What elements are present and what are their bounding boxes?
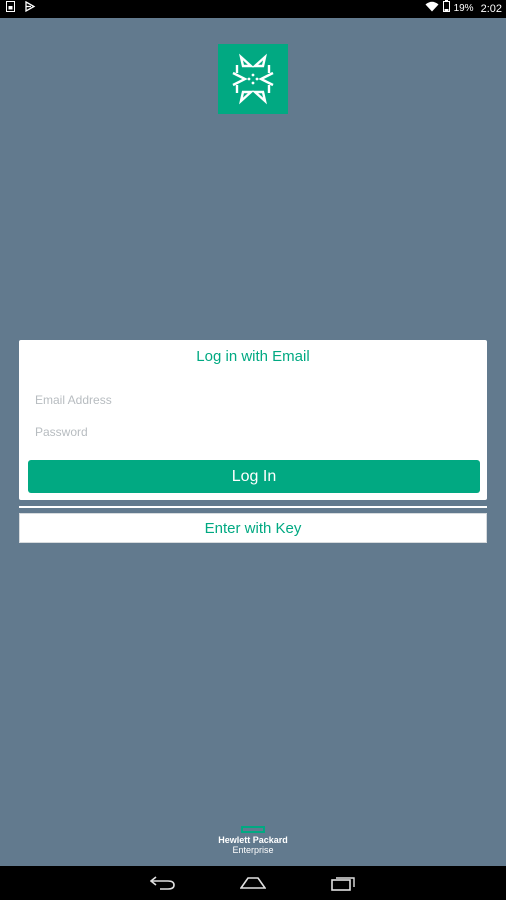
password-field[interactable] — [35, 420, 475, 444]
brand-line1: Hewlett Packard — [218, 835, 288, 845]
battery-icon — [442, 0, 450, 18]
back-icon[interactable] — [143, 871, 183, 895]
hpe-element-icon — [241, 826, 265, 833]
login-button[interactable]: Log In — [28, 460, 480, 493]
enter-with-key-button[interactable]: Enter with Key — [19, 513, 487, 543]
navigation-bar — [0, 866, 506, 900]
login-title: Log in with Email — [196, 348, 310, 365]
battery-percent: 19% — [453, 3, 474, 14]
notification-icon — [25, 0, 36, 18]
hpe-brand-logo: Hewlett Packard Enterprise — [203, 826, 303, 855]
status-clock: 2:02 — [480, 3, 502, 15]
login-card: Log in with Email Log In — [19, 340, 487, 500]
email-field[interactable] — [35, 388, 475, 412]
recents-icon[interactable] — [323, 871, 363, 895]
sim-card-icon — [6, 0, 15, 18]
login-screen: 19% 2:02 Log in with Email Email Address… — [0, 0, 506, 900]
status-bar: 19% 2:02 — [0, 0, 506, 18]
wifi-icon — [425, 0, 439, 18]
brand-line2: Enterprise — [232, 845, 274, 855]
home-icon[interactable] — [233, 871, 273, 895]
app-logo-icon — [218, 44, 288, 114]
divider — [19, 506, 487, 508]
